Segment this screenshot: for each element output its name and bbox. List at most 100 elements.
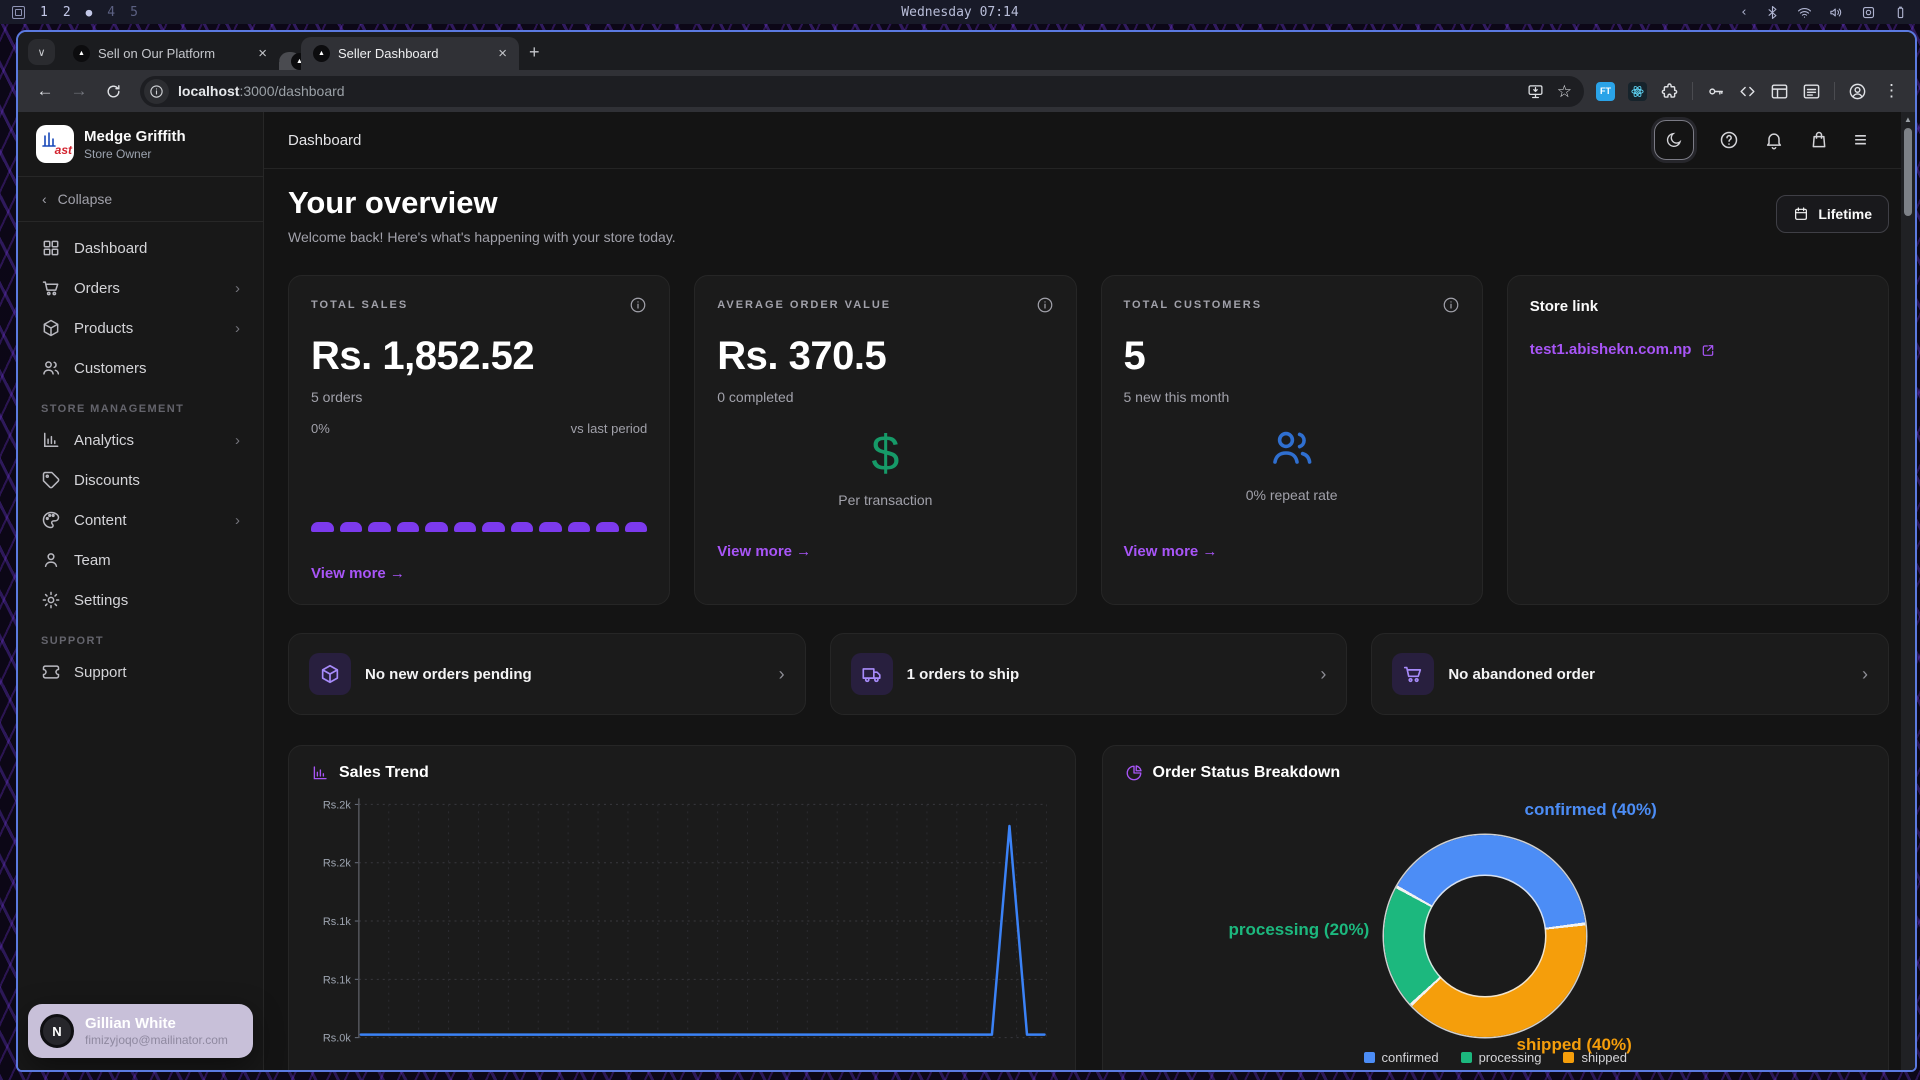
view-more-link[interactable]: View more → xyxy=(1124,543,1218,560)
chevron-right-icon: › xyxy=(235,512,240,529)
store-link-url[interactable]: test1.abishekn.com.np xyxy=(1530,341,1866,358)
stat-sub: 5 orders xyxy=(311,389,647,405)
store-link-card: Store link test1.abishekn.com.np xyxy=(1507,275,1889,605)
new-tab-button[interactable]: + xyxy=(529,42,540,63)
browser-menu-icon[interactable]: ⋮ xyxy=(1880,81,1903,101)
store-bag-icon[interactable] xyxy=(1809,130,1829,150)
wifi-icon[interactable] xyxy=(1797,5,1812,20)
volume-icon[interactable] xyxy=(1829,5,1844,20)
close-icon[interactable]: × xyxy=(496,45,509,62)
date-range-button[interactable]: Lifetime xyxy=(1776,195,1889,233)
svg-text:Rs.2k: Rs.2k xyxy=(323,858,352,870)
dollar-icon: $ xyxy=(871,425,899,481)
profile-avatar-icon[interactable] xyxy=(1848,82,1867,101)
stat-value: 5 xyxy=(1124,334,1460,379)
bluetooth-icon[interactable] xyxy=(1765,5,1780,20)
reload-button[interactable] xyxy=(98,76,128,106)
workspace-4[interactable]: 4 xyxy=(107,5,115,20)
sidebar-item-content[interactable]: Content › xyxy=(28,500,253,540)
store-owner-profile[interactable]: ast Medge Griffith Store Owner xyxy=(18,112,263,176)
forward-button[interactable]: → xyxy=(64,76,94,106)
pie-chart-icon xyxy=(1125,764,1143,782)
workspace-5[interactable]: 5 xyxy=(130,5,138,20)
info-icon[interactable] xyxy=(1036,296,1054,314)
install-app-icon[interactable] xyxy=(1527,83,1544,100)
tab-search-button[interactable]: ∨ xyxy=(28,39,55,65)
bookmark-star-icon[interactable]: ☆ xyxy=(1557,83,1572,100)
view-more-link[interactable]: View more → xyxy=(717,543,811,560)
breadcrumb: Dashboard xyxy=(288,132,361,149)
section-label-support: SUPPORT xyxy=(28,620,253,652)
view-more-link[interactable]: View more → xyxy=(311,565,405,582)
help-icon[interactable] xyxy=(1719,130,1739,150)
tab-strip: ∨ ▲ Sell on Our Platform × ▲ Seller Port… xyxy=(18,32,1915,70)
user-toast[interactable]: N Gillian White fimizyjoqo@mailinator.co… xyxy=(28,1004,253,1058)
sidebar-item-products[interactable]: Products › xyxy=(28,308,253,348)
stat-value: Rs. 370.5 xyxy=(717,334,1053,379)
donut-label-processing: processing (20%) xyxy=(1229,920,1370,940)
cart-icon xyxy=(1392,653,1434,695)
workspace-2[interactable]: 2 xyxy=(63,5,71,20)
react-devtools-icon[interactable] xyxy=(1628,82,1647,101)
box-icon xyxy=(41,318,61,338)
charts-row: Sales Trend Rs.2kRs.2kRs.1kRs.1kRs.0k Or… xyxy=(288,745,1889,1070)
tab-sell-on-our-platform[interactable]: ▲ Sell on Our Platform × xyxy=(61,37,279,70)
divider xyxy=(1692,82,1693,100)
pending-orders-banner[interactable]: No new orders pending › xyxy=(288,633,806,715)
sidebar-item-settings[interactable]: Settings xyxy=(28,580,253,620)
sidebar-item-analytics[interactable]: Analytics › xyxy=(28,420,253,460)
workspace-3-active[interactable]: ● xyxy=(86,6,93,19)
close-icon[interactable]: × xyxy=(256,45,269,62)
orders-to-ship-banner[interactable]: 1 orders to ship › xyxy=(830,633,1348,715)
sidebar-item-discounts[interactable]: Discounts xyxy=(28,460,253,500)
sidebar-item-support[interactable]: Support xyxy=(28,652,253,692)
devtools-code-icon[interactable] xyxy=(1738,82,1757,101)
scrollbar-thumb[interactable] xyxy=(1904,128,1912,216)
desktop: 1 2 ● 4 5 Wednesday 07:14 ‹ ∨ ▲ Sell on … xyxy=(0,0,1920,1080)
layout-table-icon[interactable] xyxy=(1770,82,1789,101)
tray-chevron-icon[interactable]: ‹ xyxy=(1740,5,1748,20)
browser-window: ∨ ▲ Sell on Our Platform × ▲ Seller Port… xyxy=(16,30,1917,1072)
sidebar-item-orders[interactable]: Orders › xyxy=(28,268,253,308)
legend-swatch xyxy=(1364,1052,1375,1063)
tab-seller-portal[interactable]: ▲ Seller Portal - Authentic × xyxy=(279,52,301,70)
grid-icon xyxy=(41,238,61,258)
settings-tray-icon[interactable] xyxy=(1861,5,1876,20)
notifications-bell-icon[interactable] xyxy=(1764,130,1784,150)
legend-swatch xyxy=(1461,1052,1472,1063)
stat-caption: Per transaction xyxy=(695,492,1075,508)
stat-caption: 0% repeat rate xyxy=(1102,487,1482,503)
back-button[interactable]: ← xyxy=(30,76,60,106)
battery-icon[interactable] xyxy=(1893,5,1908,20)
scroll-up-icon[interactable]: ▲ xyxy=(1904,115,1912,124)
workspace-1[interactable]: 1 xyxy=(40,5,48,20)
chevron-left-icon: ‹ xyxy=(42,191,47,207)
tab-favicon: ▲ xyxy=(313,45,330,62)
sidebar-item-customers[interactable]: Customers xyxy=(28,348,253,388)
sales-spark-bars xyxy=(311,522,647,532)
dark-mode-toggle[interactable] xyxy=(1654,120,1694,160)
sidebar-item-team[interactable]: Team xyxy=(28,540,253,580)
password-key-icon[interactable] xyxy=(1706,82,1725,101)
app-viewport: ast Medge Griffith Store Owner ‹ Collaps… xyxy=(18,112,1915,1070)
sidebar-collapse-button[interactable]: ‹ Collapse xyxy=(18,177,263,221)
reading-list-icon[interactable] xyxy=(1802,82,1821,101)
tab-seller-dashboard[interactable]: ▲ Seller Dashboard × xyxy=(301,37,519,70)
abandoned-order-banner[interactable]: No abandoned order › xyxy=(1371,633,1889,715)
order-status-donut: confirmed (40%) processing (20%) shipped… xyxy=(1125,788,1867,1070)
sidebar-item-dashboard[interactable]: Dashboard xyxy=(28,228,253,268)
extension-ft-icon[interactable]: FT xyxy=(1596,82,1615,101)
info-icon[interactable] xyxy=(629,296,647,314)
bar-chart-icon xyxy=(41,430,61,450)
stats-grid: TOTAL SALES Rs. 1,852.52 5 orders 0% vs … xyxy=(288,275,1889,605)
address-bar[interactable]: localhost:3000/dashboard ☆ xyxy=(140,76,1584,107)
donut-chart[interactable] xyxy=(1384,835,1586,1037)
chevron-down-icon: ∨ xyxy=(37,46,45,59)
site-info-icon[interactable] xyxy=(144,79,169,104)
scrollbar[interactable]: ▲ xyxy=(1901,112,1915,1070)
stat-label: TOTAL SALES xyxy=(311,299,408,311)
extensions-puzzle-icon[interactable] xyxy=(1660,82,1679,101)
info-icon[interactable] xyxy=(1442,296,1460,314)
palette-icon xyxy=(41,510,61,530)
hamburger-menu-icon[interactable]: ≡ xyxy=(1854,127,1867,153)
